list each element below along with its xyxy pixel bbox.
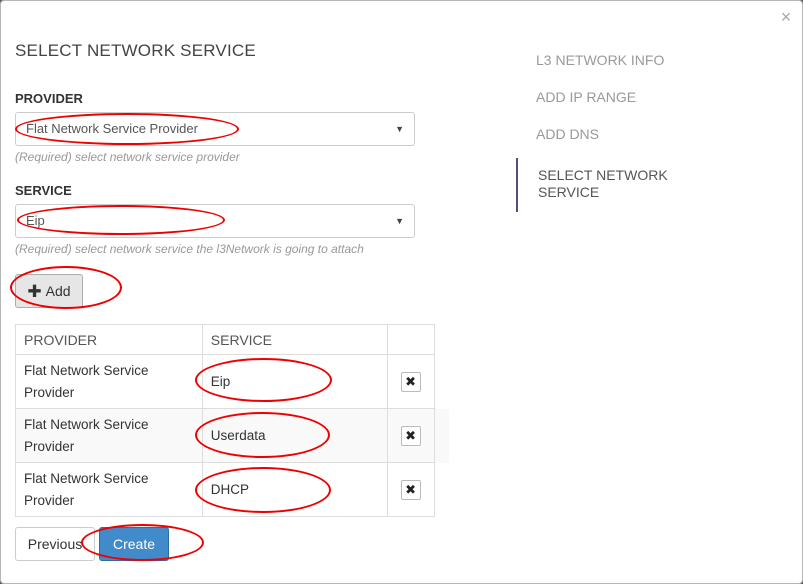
wizard-steps: L3 NETWORK INFO ADD IP RANGE ADD DNS SEL… — [516, 43, 776, 212]
row-provider: Flat Network Service Provider — [15, 408, 203, 463]
column-header-provider: PROVIDER — [15, 324, 203, 355]
dialog-title: SELECT NETWORK SERVICE — [15, 41, 256, 60]
remove-icon[interactable]: ✖ — [400, 371, 421, 392]
chevron-down-icon: ▼ — [395, 124, 404, 134]
provider-select[interactable]: Flat Network Service Provider ▼ — [15, 112, 415, 146]
row-service: Eip — [201, 354, 388, 409]
service-select[interactable]: Eip ▼ — [15, 204, 415, 238]
table-row: Flat Network Service Provider Eip ✖ — [15, 354, 449, 409]
row-actions: ✖ — [386, 354, 435, 409]
provider-help-text: (Required) select network service provid… — [15, 150, 240, 164]
select-network-service-dialog: × SELECT NETWORK SERVICE PROVIDER Flat N… — [0, 0, 803, 584]
add-service-button[interactable]: ✚ Add — [15, 274, 83, 308]
close-icon[interactable]: × — [776, 7, 796, 27]
step-l3-network-info[interactable]: L3 NETWORK INFO — [516, 43, 776, 80]
service-help-text: (Required) select network service the l3… — [15, 242, 364, 256]
remove-icon[interactable]: ✖ — [400, 479, 421, 500]
create-button[interactable]: Create — [99, 527, 169, 561]
provider-select-value: Flat Network Service Provider — [26, 121, 198, 136]
scrollbar-track — [433, 324, 449, 355]
row-provider: Flat Network Service Provider — [15, 462, 203, 517]
remove-icon[interactable]: ✖ — [400, 425, 421, 446]
scrollbar-track — [433, 462, 449, 517]
row-service: Userdata — [201, 408, 388, 463]
table-header-row: PROVIDER SERVICE — [15, 324, 449, 355]
column-header-service: SERVICE — [201, 324, 388, 355]
table-row: Flat Network Service Provider DHCP ✖ — [15, 462, 449, 517]
table-row: Flat Network Service Provider Userdata ✖ — [15, 408, 449, 463]
scrollbar-track — [433, 408, 449, 463]
step-add-ip-range[interactable]: ADD IP RANGE — [516, 80, 776, 117]
scrollbar-track — [433, 354, 449, 409]
row-actions: ✖ — [386, 408, 435, 463]
step-add-dns[interactable]: ADD DNS — [516, 117, 776, 154]
provider-label: PROVIDER — [15, 91, 83, 106]
column-header-actions — [386, 324, 435, 355]
add-button-label: Add — [45, 283, 71, 299]
service-label: SERVICE — [15, 183, 72, 198]
step-select-network-service[interactable]: SELECT NETWORK SERVICE — [516, 158, 696, 212]
plus-icon: ✚ — [27, 281, 42, 301]
chevron-down-icon: ▼ — [395, 216, 404, 226]
previous-button[interactable]: Previous — [15, 527, 95, 561]
row-service: DHCP — [201, 462, 388, 517]
service-select-value: Eip — [26, 213, 45, 228]
services-table: PROVIDER SERVICE Flat Network Service Pr… — [15, 324, 449, 517]
row-provider: Flat Network Service Provider — [15, 354, 203, 409]
row-actions: ✖ — [386, 462, 435, 517]
